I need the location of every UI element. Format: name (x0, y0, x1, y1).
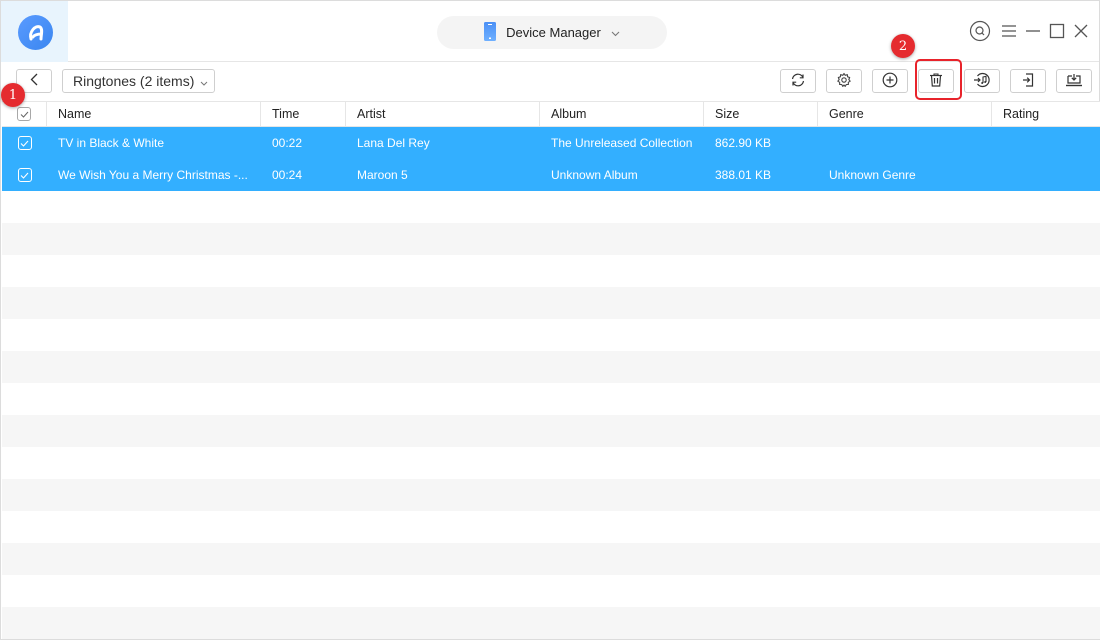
cell-time: 00:24 (272, 168, 303, 182)
to-itunes-button[interactable] (964, 69, 1000, 93)
empty-row (2, 415, 1100, 447)
device-selector[interactable]: Device Manager (437, 16, 667, 49)
empty-row (2, 543, 1100, 575)
delete-button[interactable] (918, 69, 954, 93)
cell-name: We Wish You a Merry Christmas -... (58, 168, 248, 182)
column-header-artist[interactable]: Artist (346, 102, 540, 126)
close-icon[interactable] (1070, 20, 1092, 42)
cell-genre: Unknown Genre (829, 168, 916, 182)
cell-size: 862.90 KB (715, 136, 772, 150)
download-tray-icon (1064, 72, 1084, 91)
toolbar: Ringtones (2 items) (1, 63, 1099, 101)
empty-row (2, 383, 1100, 415)
category-dropdown[interactable]: Ringtones (2 items) (62, 69, 215, 93)
refresh-icon (790, 72, 806, 91)
airdroid-logo-icon[interactable] (18, 15, 53, 50)
empty-row (2, 351, 1100, 383)
refresh-button[interactable] (780, 69, 816, 93)
cell-album: The Unreleased Collection (551, 136, 693, 150)
empty-row (2, 447, 1100, 479)
chevron-down-icon (611, 26, 620, 40)
export-icon (1020, 72, 1036, 91)
table-row[interactable]: TV in Black & White 00:22 Lana Del Rey T… (2, 127, 1100, 159)
title-bar: Device Manager (1, 1, 1099, 62)
search-icon[interactable] (969, 20, 991, 42)
to-computer-button[interactable] (1010, 69, 1046, 93)
cell-genre (818, 127, 992, 159)
device-selector-label: Device Manager (506, 25, 601, 40)
gear-icon (836, 72, 852, 91)
chevron-left-icon (30, 73, 38, 89)
empty-row (2, 575, 1100, 607)
empty-row (2, 191, 1100, 223)
empty-row (2, 511, 1100, 543)
column-header-size[interactable]: Size (704, 102, 818, 126)
cell-artist: Maroon 5 (357, 168, 408, 182)
cell-rating (992, 159, 1100, 191)
music-import-icon (973, 72, 991, 91)
row-checkbox[interactable] (17, 136, 32, 150)
column-header-time[interactable]: Time (261, 102, 346, 126)
select-all-checkbox[interactable] (17, 107, 31, 121)
cell-name: TV in Black & White (58, 136, 165, 150)
empty-row (2, 223, 1100, 255)
column-header-album[interactable]: Album (540, 102, 704, 126)
empty-row (2, 255, 1100, 287)
cell-rating (992, 127, 1100, 159)
cell-size: 388.01 KB (715, 168, 772, 182)
step-badge-1: 1 (1, 83, 25, 107)
settings-button[interactable] (826, 69, 862, 93)
empty-rows (2, 191, 1100, 639)
menu-icon[interactable] (998, 20, 1020, 42)
cell-time: 00:22 (272, 136, 303, 150)
column-header-genre[interactable]: Genre (818, 102, 992, 126)
row-checkbox-cell (2, 159, 47, 191)
plus-circle-icon (882, 72, 898, 91)
logo-area (1, 1, 68, 62)
empty-row (2, 607, 1100, 639)
empty-row (2, 287, 1100, 319)
cell-album: Unknown Album (551, 168, 638, 182)
column-header-rating[interactable]: Rating (992, 102, 1100, 126)
table-row[interactable]: We Wish You a Merry Christmas -... 00:24… (2, 159, 1100, 191)
category-label: Ringtones (2 items) (73, 73, 195, 89)
ringtones-table: Name Time Artist Album Size Genre Rating… (2, 101, 1100, 639)
table-header: Name Time Artist Album Size Genre Rating (2, 101, 1100, 127)
empty-row (2, 319, 1100, 351)
maximize-icon[interactable] (1046, 20, 1068, 42)
column-header-name[interactable]: Name (47, 102, 261, 126)
to-device-button[interactable] (1056, 69, 1092, 93)
minimize-icon[interactable] (1022, 20, 1044, 42)
add-button[interactable] (872, 69, 908, 93)
empty-row (2, 479, 1100, 511)
chevron-down-icon (200, 73, 208, 89)
row-checkbox[interactable] (17, 168, 32, 182)
cell-artist: Lana Del Rey (357, 136, 430, 150)
app-window: Device Manager Ringtones (2 items) 1 2 N… (0, 0, 1100, 640)
step-badge-2: 2 (891, 34, 915, 58)
phone-icon (484, 21, 497, 44)
row-checkbox-cell (2, 127, 47, 159)
trash-icon (928, 72, 944, 91)
